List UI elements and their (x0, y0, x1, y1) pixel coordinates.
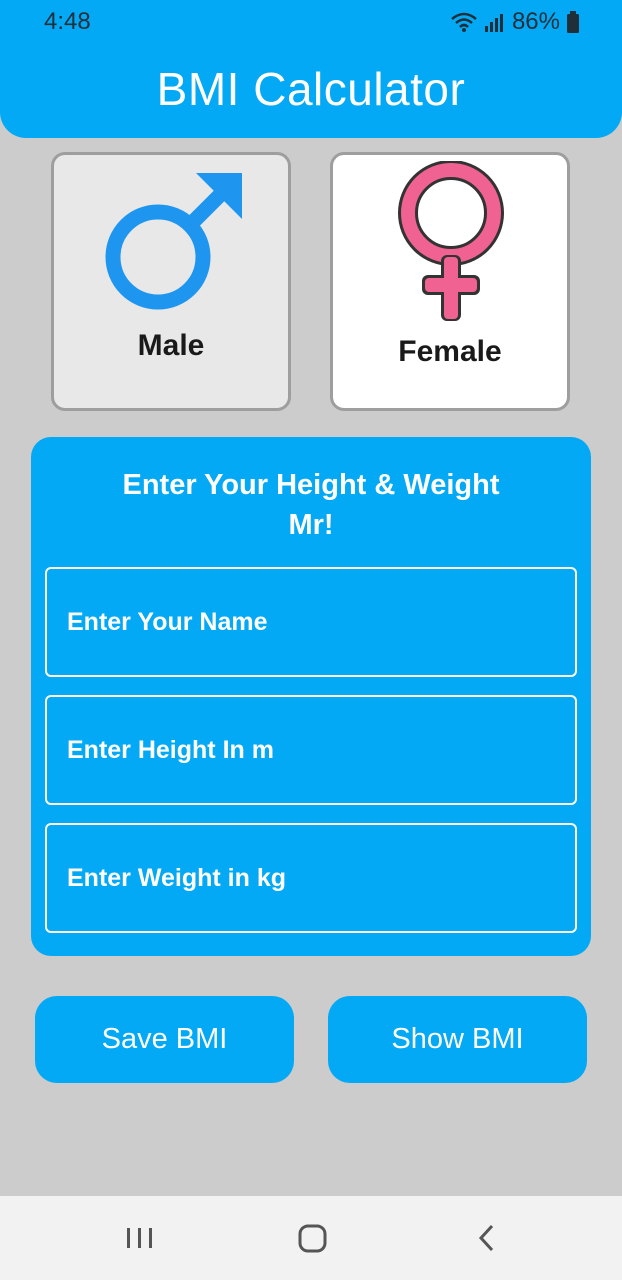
male-symbol-icon (105, 173, 242, 310)
signal-icon (484, 14, 503, 32)
female-card[interactable]: Female (330, 152, 570, 411)
name-field[interactable]: Enter Your Name (45, 567, 577, 677)
form-heading-line2: Mr! (288, 509, 334, 541)
system-nav-bar (0, 1196, 622, 1280)
show-bmi-button[interactable]: Show BMI (328, 996, 587, 1083)
form-heading: Enter Your Height & Weight Mr! (31, 465, 591, 545)
form-heading-line1: Enter Your Height & Weight (122, 469, 500, 501)
input-form-card: Enter Your Height & Weight Mr! Enter You… (31, 437, 591, 956)
battery-percent: 86% (511, 8, 560, 35)
status-indicators: 86% (450, 8, 580, 36)
male-label: Male (137, 329, 205, 362)
recent-apps-icon[interactable] (126, 1220, 154, 1256)
name-field-placeholder: Enter Your Name (67, 607, 268, 636)
female-symbol-icon (398, 161, 504, 321)
height-field-placeholder: Enter Height In m (67, 735, 274, 764)
status-time: 4:48 (44, 8, 91, 35)
height-field[interactable]: Enter Height In m (45, 695, 577, 805)
back-icon[interactable] (476, 1220, 498, 1256)
battery-icon (567, 11, 579, 33)
weight-field[interactable]: Enter Weight in kg (45, 823, 577, 933)
status-bar: 4:48 86% (0, 0, 622, 44)
female-label: Female (398, 335, 502, 368)
page-title: BMI Calculator (156, 63, 466, 115)
home-icon[interactable] (298, 1220, 328, 1256)
male-card[interactable]: Male (51, 152, 291, 411)
weight-field-placeholder: Enter Weight in kg (67, 863, 286, 892)
wifi-icon (451, 12, 477, 32)
save-bmi-button[interactable]: Save BMI (35, 996, 294, 1083)
